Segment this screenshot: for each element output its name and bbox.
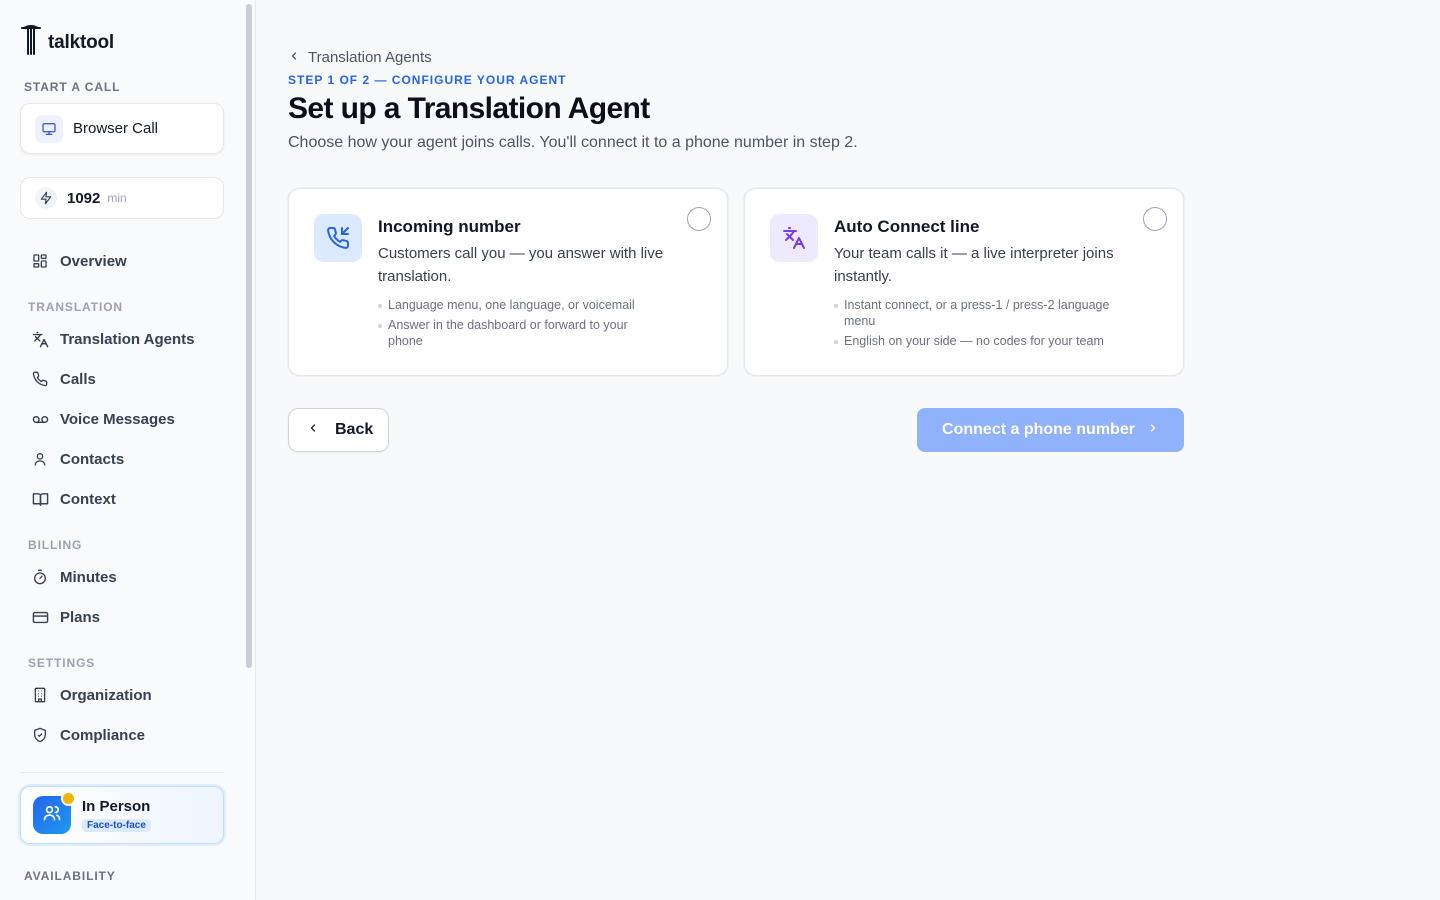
list-item: Language menu, one language, or voicemai… (378, 297, 658, 313)
option-description: Your team calls it — a live interpreter … (834, 245, 1114, 285)
sidebar-item-label: Organization (60, 686, 152, 704)
dashboard-icon (28, 249, 52, 273)
sidebar-item-calls[interactable]: Calls (28, 367, 96, 391)
sidebar-item-compliance[interactable]: Compliance (28, 723, 145, 747)
option-radio[interactable] (1143, 207, 1167, 231)
in-person-button[interactable]: In Person Face-to-face (20, 786, 224, 844)
sidebar-item-voice-messages[interactable]: Voice Messages (28, 407, 175, 431)
translate-icon (28, 327, 52, 351)
sidebar-item-context[interactable]: Context (28, 487, 116, 511)
user-icon (28, 447, 52, 471)
sidebar-divider (20, 772, 224, 773)
users-icon (42, 803, 62, 828)
sidebar-item-label: Minutes (60, 568, 117, 586)
brand[interactable]: talktool (20, 24, 114, 61)
option-title: Auto Connect line (834, 217, 980, 236)
timer-icon (28, 565, 52, 589)
phone-incoming-icon (314, 214, 362, 262)
book-open-icon (28, 487, 52, 511)
back-button-label: Back (335, 421, 374, 438)
sparkle-badge-icon (61, 791, 76, 806)
credit-card-icon (28, 605, 52, 629)
browser-call-button[interactable]: Browser Call (20, 103, 224, 154)
translate-icon (770, 214, 818, 262)
sidebar-item-contacts[interactable]: Contacts (28, 447, 124, 471)
sidebar-item-label: Contacts (60, 450, 125, 468)
back-button[interactable]: Back (288, 408, 389, 452)
talktool-logo-icon (20, 24, 42, 61)
sidebar-item-overview[interactable]: Overview (28, 249, 127, 273)
section-translation: TRANSLATION (28, 300, 124, 314)
browser-call-label: Browser Call (73, 120, 159, 137)
sidebar-item-label: Plans (60, 608, 101, 626)
sidebar-item-organization[interactable]: Organization (28, 683, 152, 707)
connect-phone-number-button[interactable]: Connect a phone number (917, 408, 1184, 452)
minutes-balance[interactable]: 1092 min (20, 177, 224, 219)
chevron-left-icon (288, 49, 300, 66)
option-incoming-number[interactable]: Incoming number Customers call you — you… (288, 188, 728, 376)
option-radio[interactable] (687, 207, 711, 231)
list-item: English on your side — no codes for your… (834, 333, 1114, 349)
breadcrumb[interactable]: Translation Agents (288, 49, 432, 66)
sidebar-item-translation-agents[interactable]: Translation Agents (28, 327, 194, 351)
section-settings: SETTINGS (28, 656, 96, 670)
sidebar-item-label: Context (60, 490, 116, 508)
option-bullets: Instant connect, or a press-1 / press-2 … (834, 297, 1114, 353)
phone-icon (28, 367, 52, 391)
option-auto-connect-line[interactable]: Auto Connect line Your team calls it — a… (744, 188, 1184, 376)
sidebar-item-minutes[interactable]: Minutes (28, 565, 117, 589)
sidebar-item-label: Overview (60, 252, 127, 270)
connect-button-label: Connect a phone number (942, 421, 1135, 438)
sidebar-item-label: Voice Messages (60, 410, 175, 428)
page-subtitle: Choose how your agent joins calls. You'l… (288, 134, 858, 151)
chevron-left-icon (307, 421, 319, 439)
in-person-avatar (33, 791, 76, 834)
list-item: Answer in the dashboard or forward to yo… (378, 317, 658, 349)
section-availability: AVAILABILITY (24, 869, 116, 883)
section-billing: BILLING (28, 538, 83, 552)
sidebar-item-plans[interactable]: Plans (28, 605, 100, 629)
lightning-icon (35, 187, 57, 209)
shield-check-icon (28, 723, 52, 747)
voicemail-icon (28, 407, 52, 431)
breadcrumb-label: Translation Agents (308, 49, 432, 66)
page-title: Set up a Translation Agent (288, 92, 650, 125)
chevron-right-icon (1147, 421, 1159, 439)
step-indicator: STEP 1 OF 2 — CONFIGURE YOUR AGENT (288, 73, 567, 87)
in-person-badge: Face-to-face (82, 818, 151, 832)
option-bullets: Language menu, one language, or voicemai… (378, 297, 658, 353)
sidebar: talktool START A CALL Browser Call 1092 … (0, 0, 256, 900)
section-start-a-call: START A CALL (24, 80, 121, 94)
monitor-icon (35, 114, 63, 143)
option-title: Incoming number (378, 217, 521, 236)
in-person-title: In Person (82, 797, 151, 815)
building-icon (28, 683, 52, 707)
brand-name: talktool (48, 31, 114, 53)
sidebar-scrollbar[interactable] (246, 4, 252, 668)
sidebar-item-label: Translation Agents (60, 330, 195, 348)
sidebar-item-label: Calls (60, 370, 96, 388)
sidebar-item-label: Compliance (60, 726, 146, 744)
option-description: Customers call you — you answer with liv… (378, 245, 664, 285)
minutes-unit: min (107, 191, 127, 205)
list-item: Instant connect, or a press-1 / press-2 … (834, 297, 1114, 329)
minutes-value: 1092 (67, 189, 101, 207)
